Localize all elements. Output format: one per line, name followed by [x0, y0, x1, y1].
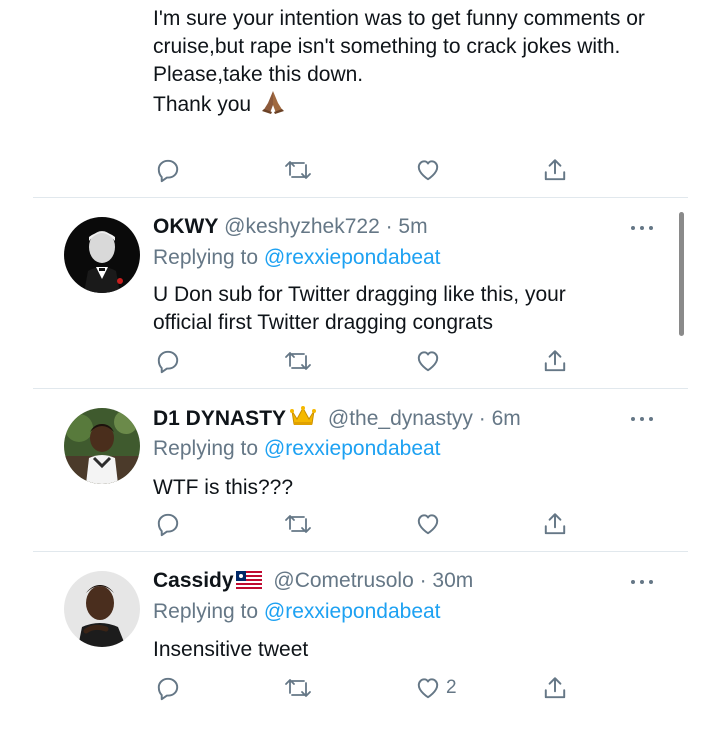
reply-icon — [157, 350, 179, 374]
more-options-button[interactable] — [629, 224, 655, 234]
like-count: 2 — [446, 677, 457, 698]
tweet-header: OKWY @keshyzhek722 · 5m — [153, 214, 428, 240]
tweet-actions — [153, 155, 583, 185]
tweet-body: WTF is this??? — [153, 476, 294, 499]
heart-icon — [417, 678, 439, 699]
heart-icon — [417, 514, 439, 535]
share-icon — [544, 159, 566, 181]
reply-button[interactable] — [155, 346, 181, 376]
share-button[interactable] — [542, 346, 568, 376]
scrollbar[interactable] — [679, 212, 684, 336]
timestamp[interactable]: · 30m — [420, 569, 474, 592]
reply-button[interactable] — [155, 673, 181, 703]
mention-link[interactable]: @rexxiepondabeat — [264, 437, 441, 460]
mention-link[interactable]: @rexxiepondabeat — [264, 246, 441, 269]
more-icon — [631, 580, 653, 584]
share-button[interactable] — [542, 509, 568, 539]
avatar[interactable] — [64, 571, 140, 647]
more-options-button[interactable] — [629, 578, 655, 588]
retweet-icon — [285, 161, 311, 179]
tweet-header: D1 DYNASTY @the_dynastyy · 6m — [153, 405, 521, 434]
tweet[interactable]: D1 DYNASTY @the_dynastyy · 6m Replying t… — [0, 389, 690, 552]
reply-button[interactable] — [155, 155, 181, 185]
timestamp[interactable]: · 5m — [386, 215, 428, 238]
retweet-button[interactable] — [284, 346, 312, 376]
tweet-top[interactable]: I'm sure your intention was to get funny… — [0, 0, 690, 195]
more-icon — [631, 226, 653, 230]
tweet-actions: 2 — [153, 673, 583, 703]
tweet-actions — [153, 509, 583, 539]
avatar[interactable] — [64, 408, 140, 484]
tweet[interactable]: Cassidy @Cometrusolo · 30m Replying to @… — [0, 552, 690, 736]
heart-icon — [417, 160, 439, 181]
timestamp[interactable]: · 6m — [479, 407, 521, 430]
share-button[interactable] — [542, 673, 568, 703]
crown-icon — [290, 405, 317, 434]
display-name[interactable]: Cassidy — [153, 569, 234, 592]
user-handle[interactable]: @Cometrusolo — [273, 569, 413, 592]
retweet-button[interactable] — [284, 673, 312, 703]
reply-icon — [157, 159, 179, 183]
retweet-button[interactable] — [284, 155, 312, 185]
like-button[interactable]: 2 — [414, 673, 457, 703]
reply-icon — [157, 677, 179, 701]
tweet-body: Insensitive tweet — [153, 638, 309, 661]
liberia-flag-icon — [235, 570, 262, 596]
user-handle[interactable]: @keshyzhek722 — [224, 215, 380, 238]
replying-to-label: Replying to — [153, 246, 259, 269]
share-icon — [544, 677, 566, 699]
like-button[interactable] — [414, 509, 442, 539]
retweet-button[interactable] — [284, 509, 312, 539]
tweet[interactable]: OKWY @keshyzhek722 · 5m Replying to @rex… — [0, 198, 690, 388]
more-icon — [631, 417, 653, 421]
display-name[interactable]: D1 DYNASTY — [153, 407, 286, 430]
tweet-header: Cassidy @Cometrusolo · 30m — [153, 568, 473, 596]
display-name[interactable]: OKWY — [153, 215, 218, 238]
reply-icon — [157, 513, 179, 537]
more-options-button[interactable] — [629, 415, 655, 425]
avatar[interactable] — [64, 217, 140, 293]
share-icon — [544, 513, 566, 535]
retweet-icon — [285, 515, 311, 533]
replying-to: Replying to @rexxiepondabeat — [153, 599, 441, 625]
share-icon — [544, 350, 566, 372]
mention-link[interactable]: @rexxiepondabeat — [264, 600, 441, 623]
tweet-body: U Don sub for Twitter dragging like this… — [153, 283, 566, 334]
retweet-icon — [285, 679, 311, 697]
share-button[interactable] — [542, 155, 568, 185]
tweet-body-text: I'm sure your intention was to get funny… — [153, 7, 645, 116]
replying-to-label: Replying to — [153, 600, 259, 623]
reply-button[interactable] — [155, 509, 181, 539]
folded-hands-icon — [259, 89, 287, 123]
user-handle[interactable]: @the_dynastyy — [328, 407, 473, 430]
replying-to: Replying to @rexxiepondabeat — [153, 245, 441, 271]
retweet-icon — [285, 352, 311, 370]
tweet-actions — [153, 346, 583, 376]
like-button[interactable] — [414, 155, 442, 185]
replying-to-label: Replying to — [153, 437, 259, 460]
tweet-body: I'm sure your intention was to get funny… — [153, 5, 673, 123]
replying-to: Replying to @rexxiepondabeat — [153, 436, 441, 462]
like-button[interactable] — [414, 346, 442, 376]
heart-icon — [417, 351, 439, 372]
